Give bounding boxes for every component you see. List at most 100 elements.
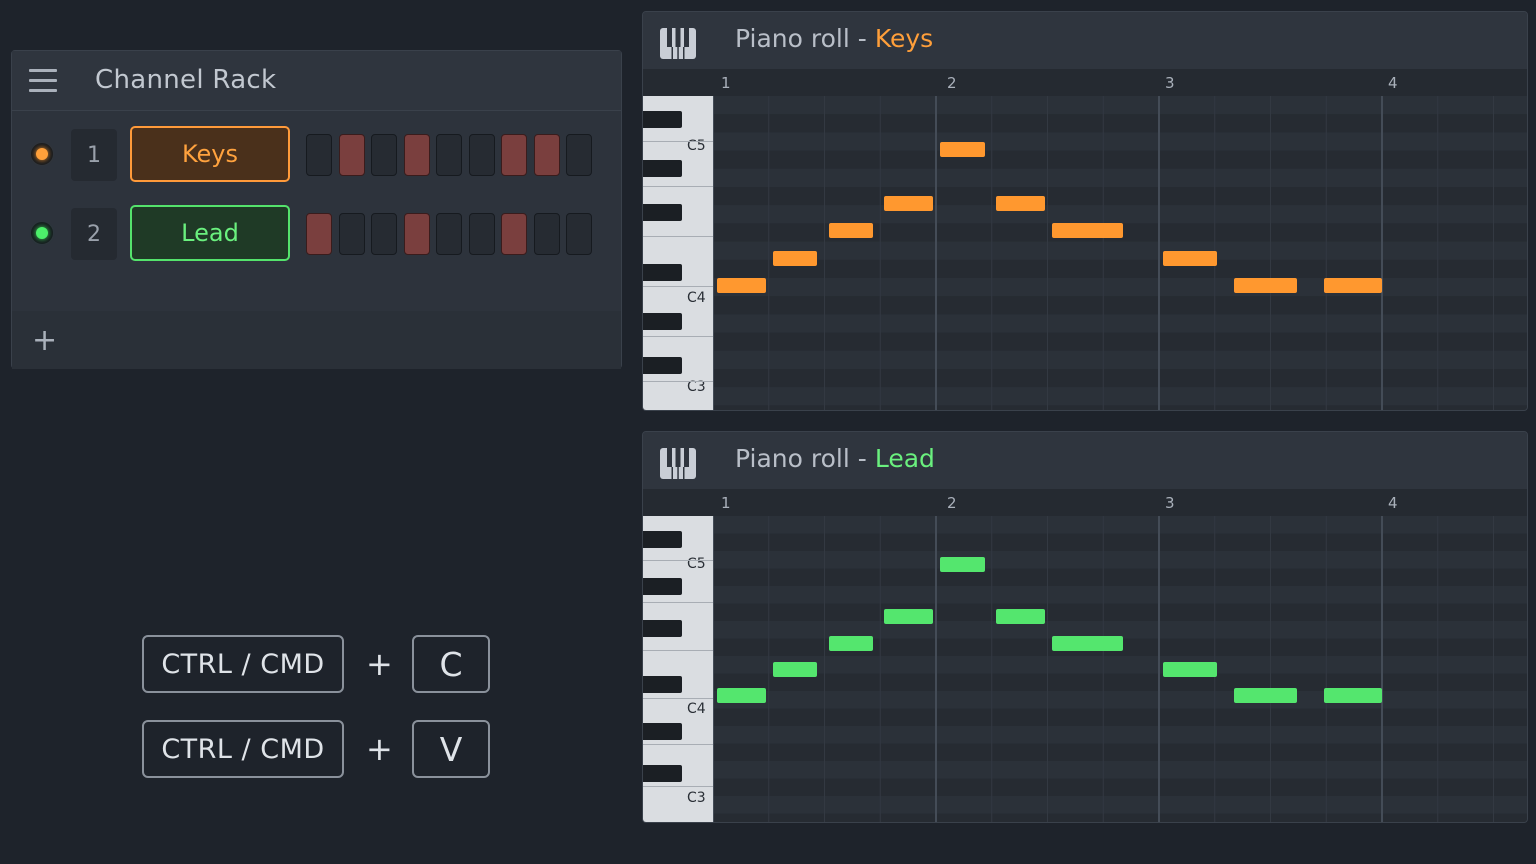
black-key[interactable] — [643, 765, 682, 782]
bar-ruler[interactable]: 1 2 3 4 — [713, 69, 1527, 97]
note[interactable] — [940, 141, 985, 157]
step-pad[interactable] — [403, 213, 430, 255]
channel-row-lead: 2 Lead — [12, 204, 621, 264]
piano-keyboard[interactable]: C5 C4 C3 — [643, 96, 713, 410]
grid-row — [713, 708, 1527, 726]
add-channel-icon[interactable]: + — [32, 326, 57, 356]
grid-row — [713, 96, 1527, 115]
piano-keyboard[interactable]: C5 C4 C3 — [643, 516, 713, 822]
grid-row — [713, 205, 1527, 224]
white-key-divider — [643, 744, 713, 745]
step-pad[interactable] — [501, 213, 527, 255]
step-pad[interactable] — [306, 134, 332, 176]
white-key-divider — [643, 698, 713, 699]
piano-roll-title: Piano roll - Keys — [735, 24, 933, 53]
grid-lines — [713, 516, 1527, 822]
step-pad[interactable] — [566, 213, 592, 255]
piano-roll-keys: Piano roll - Keys 1 2 3 4 C5 C4 C3 — [642, 11, 1528, 411]
channel-button-keys[interactable]: Keys — [130, 126, 290, 182]
black-key[interactable] — [643, 111, 682, 128]
menu-icon[interactable] — [29, 69, 57, 92]
step-pad[interactable] — [533, 134, 560, 176]
note[interactable] — [1051, 635, 1123, 651]
octave-label-c4: C4 — [687, 290, 706, 306]
grid-row — [713, 241, 1527, 260]
plus-sign: + — [366, 730, 393, 768]
note[interactable] — [884, 609, 934, 625]
step-pad[interactable] — [566, 134, 592, 176]
white-key-divider — [643, 286, 713, 287]
note[interactable] — [1323, 688, 1382, 703]
piano-roll-title-prefix: Piano roll — [735, 24, 850, 53]
step-pad[interactable] — [468, 213, 495, 255]
grid-row — [713, 813, 1527, 822]
white-key-divider — [643, 650, 713, 651]
note[interactable] — [1323, 278, 1382, 293]
note[interactable] — [1163, 250, 1217, 266]
step-pad[interactable] — [533, 213, 560, 255]
black-key[interactable] — [643, 204, 682, 221]
octave-label-c3: C3 — [687, 790, 706, 806]
note[interactable] — [995, 196, 1045, 212]
step-pad[interactable] — [338, 134, 365, 176]
note[interactable] — [1234, 688, 1297, 703]
channel-rack-header: Channel Rack — [12, 51, 621, 111]
title-separator: - — [857, 444, 867, 473]
note[interactable] — [995, 609, 1045, 625]
bar-number: 2 — [947, 494, 957, 512]
grid-row — [713, 278, 1527, 297]
step-pad[interactable] — [338, 213, 365, 255]
step-pad[interactable] — [501, 134, 527, 176]
bar-number: 3 — [1165, 74, 1175, 92]
step-pad[interactable] — [468, 134, 495, 176]
channel-led-icon[interactable] — [31, 143, 53, 165]
piano-roll-channel-name: Keys — [874, 24, 934, 53]
black-key[interactable] — [643, 578, 682, 595]
black-key[interactable] — [643, 313, 682, 330]
note-grid[interactable] — [713, 516, 1527, 822]
black-key[interactable] — [643, 676, 682, 693]
step-pad[interactable] — [371, 134, 397, 176]
black-key[interactable] — [643, 160, 682, 177]
channel-rack-footer: + — [12, 311, 621, 369]
piano-roll-header: Piano roll - Keys — [643, 12, 1527, 69]
piano-roll-title: Piano roll - Lead — [735, 444, 935, 473]
piano-keys-icon — [660, 448, 696, 479]
step-pad[interactable] — [371, 213, 397, 255]
black-key[interactable] — [643, 723, 682, 740]
note[interactable] — [772, 250, 818, 266]
step-pad[interactable] — [403, 134, 430, 176]
channel-rack: Channel Rack 1 Keys 2 Lead + — [11, 50, 622, 369]
note[interactable] — [1163, 661, 1217, 677]
white-key-divider — [643, 236, 713, 237]
note[interactable] — [828, 635, 874, 651]
step-pad[interactable] — [436, 213, 462, 255]
bar-number: 4 — [1388, 74, 1398, 92]
grid-row — [713, 132, 1527, 151]
plus-sign: + — [366, 645, 393, 683]
black-key[interactable] — [643, 531, 682, 548]
step-pad[interactable] — [436, 134, 462, 176]
note[interactable] — [828, 223, 874, 239]
ruler-corner — [643, 489, 713, 516]
note[interactable] — [1234, 278, 1297, 293]
note[interactable] — [772, 661, 818, 677]
grid-row — [713, 387, 1527, 406]
note[interactable] — [940, 556, 985, 572]
note[interactable] — [717, 278, 767, 293]
grid-lines — [713, 96, 1527, 410]
note[interactable] — [717, 688, 767, 703]
channel-led-icon[interactable] — [31, 222, 53, 244]
black-key[interactable] — [643, 357, 682, 374]
channel-button-lead[interactable]: Lead — [130, 205, 290, 261]
black-key[interactable] — [643, 620, 682, 637]
note[interactable] — [884, 196, 934, 212]
note[interactable] — [1051, 223, 1123, 239]
paste-key: V — [412, 720, 490, 778]
step-pad[interactable] — [306, 213, 332, 255]
channel-row-keys: 1 Keys — [12, 125, 621, 185]
bar-ruler[interactable]: 1 2 3 4 — [713, 489, 1527, 517]
grid-row — [713, 350, 1527, 369]
black-key[interactable] — [643, 264, 682, 281]
note-grid[interactable] — [713, 96, 1527, 410]
